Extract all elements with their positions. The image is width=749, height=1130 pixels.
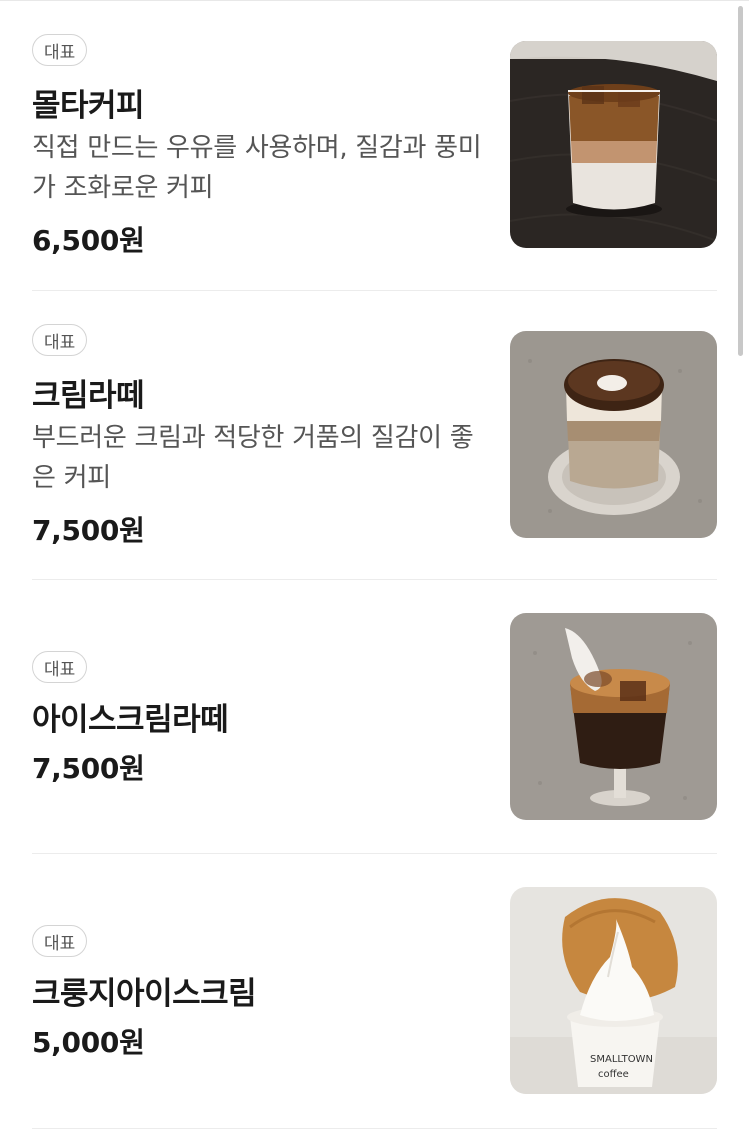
ice-cream-latte-photo[interactable]: [510, 613, 717, 820]
menu-item-price: 7,500원: [32, 514, 145, 547]
menu-item-crunji-ice-cream[interactable]: 대표 크룽지아이스크림 5,000원 SMALLTOWN coffee: [32, 885, 717, 1110]
scrollbar[interactable]: [738, 6, 743, 356]
menu-item-description: 부드러운 크림과 적당한 거품의 질감이 좋은 커피: [32, 423, 474, 493]
svg-text:SMALLTOWN: SMALLTOWN: [590, 1054, 653, 1065]
signature-badge: 대표: [32, 925, 88, 957]
signature-badge: 대표: [32, 34, 88, 66]
menu-item-price: 5,000원: [32, 1026, 145, 1059]
menu-item-description: 직접 만드는 우유를 사용하며, 질감과 풍미가 조화로운 커피: [32, 133, 482, 203]
menu-item-cream-latte[interactable]: 대표 크림라떼 부드러운 크림과 적당한 거품의 질감이 좋은 커피 7,500…: [32, 322, 717, 547]
menu-item-name: 아이스크림라떼: [32, 702, 229, 738]
ice-cream-cup-photo[interactable]: SMALLTOWN coffee: [510, 887, 717, 1094]
item-divider: [32, 579, 717, 580]
svg-text:coffee: coffee: [598, 1069, 629, 1080]
menu-item-name: 몰타커피: [32, 88, 145, 124]
top-divider: [0, 0, 749, 1]
menu-item-ice-cream-latte[interactable]: 대표 아이스크림라떼 7,500원: [32, 611, 717, 836]
iced-layered-coffee-photo[interactable]: [510, 41, 717, 248]
item-divider: [32, 1128, 717, 1129]
menu-item-malta-coffee[interactable]: 대표 몰타커피 직접 만드는 우유를 사용하며, 질감과 풍미가 조화로운 커피…: [32, 32, 717, 257]
item-divider: [32, 853, 717, 854]
menu-item-price: 7,500원: [32, 752, 145, 785]
signature-badge: 대표: [32, 651, 88, 683]
item-divider: [32, 290, 717, 291]
menu-item-name: 크룽지아이스크림: [32, 976, 257, 1012]
cream-latte-photo[interactable]: [510, 331, 717, 538]
menu-item-price: 6,500원: [32, 224, 145, 257]
menu-item-name: 크림라떼: [32, 378, 145, 414]
signature-badge: 대표: [32, 324, 88, 356]
